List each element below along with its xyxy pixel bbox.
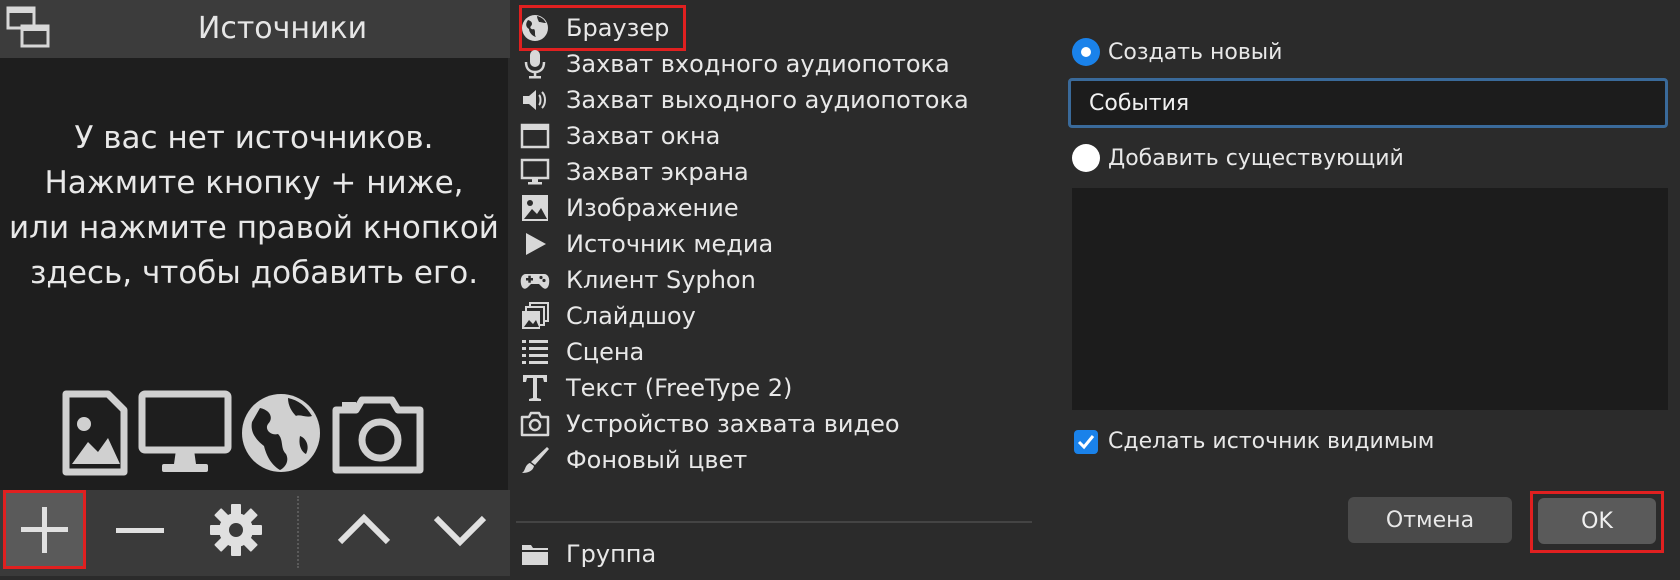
play-icon (526, 233, 546, 255)
chevron-up-icon (337, 513, 391, 545)
add-existing-radio[interactable] (1072, 144, 1100, 172)
toolbar-separator (297, 496, 299, 568)
globe-icon (242, 394, 320, 472)
empty-message-line: У вас нет источников. (74, 120, 434, 156)
menu-item-label: Захват выходного аудиопотока (566, 86, 969, 114)
menu-item-image[interactable]: Изображение (516, 189, 1036, 227)
menu-item-screen-capture[interactable]: Захват экрана (516, 153, 1036, 191)
ok-button[interactable]: OK (1538, 498, 1656, 544)
empty-message-line: или нажмите правой кнопкой (9, 210, 499, 246)
menu-item-syphon-client[interactable]: Клиент Syphon (516, 261, 1036, 299)
sources-toolbar (0, 490, 510, 576)
menu-item-browser[interactable]: Браузер (516, 9, 1036, 47)
chevron-down-icon (433, 515, 487, 547)
window-icon (520, 123, 550, 149)
menu-item-label: Браузер (566, 14, 670, 42)
menu-item-label: Захват входного аудиопотока (566, 50, 950, 78)
empty-message-line: Нажмите кнопку + ниже, (44, 165, 464, 201)
sources-panel: Источники У вас нет источников. Нажмите … (0, 0, 510, 576)
menu-item-media-source[interactable]: Источник медиа (516, 225, 1036, 263)
add-existing-label[interactable]: Добавить существующий (1108, 144, 1404, 174)
image-icon (62, 390, 128, 476)
menu-item-label: Изображение (566, 194, 739, 222)
menu-item-label: Захват окна (566, 122, 721, 150)
source-type-icons (62, 390, 462, 476)
menu-separator (516, 521, 1032, 523)
speaker-icon (523, 90, 546, 110)
gear-icon (210, 504, 262, 556)
image-icon (522, 195, 548, 221)
camera-icon (332, 396, 424, 474)
menu-item-color-source[interactable]: Фоновый цвет (516, 441, 1036, 479)
menu-item-label: Группа (566, 540, 657, 568)
menu-item-label: Слайдшоу (566, 302, 696, 330)
make-visible-checkbox[interactable] (1074, 430, 1098, 454)
brush-icon (522, 447, 549, 473)
menu-item-window-capture[interactable]: Захват окна (516, 117, 1036, 155)
slideshow-icon (522, 302, 549, 329)
checkmark-icon (1077, 435, 1095, 450)
cancel-button[interactable]: Отмена (1348, 497, 1512, 543)
menu-item-label: Источник медиа (566, 230, 774, 258)
menu-item-label: Устройство захвата видео (566, 410, 900, 438)
menu-item-audio-input-capture[interactable]: Захват входного аудиопотока (516, 45, 1036, 83)
menu-item-video-capture-device[interactable]: Устройство захвата видео (516, 405, 1036, 443)
source-type-menu: Браузер Захват входного аудиопотока Захв… (516, 0, 1036, 576)
empty-sources-message: У вас нет источников. Нажмите кнопку + н… (0, 116, 508, 296)
menu-item-label: Сцена (566, 338, 645, 366)
menu-item-label: Фоновый цвет (566, 446, 748, 474)
source-properties-button[interactable] (196, 490, 276, 576)
list-icon (522, 340, 548, 364)
text-icon (523, 375, 547, 401)
menu-item-slideshow[interactable]: Слайдшоу (516, 297, 1036, 335)
remove-source-button[interactable] (100, 490, 180, 576)
empty-message-line: здесь, чтобы добавить его. (29, 255, 479, 291)
create-source-dialog: Создать новый Добавить существующий Сдел… (1036, 0, 1680, 576)
camera-icon (520, 411, 550, 437)
monitor-icon (138, 390, 232, 472)
menu-item-label: Клиент Syphon (566, 266, 756, 294)
gamepad-icon (520, 274, 550, 289)
source-name-input[interactable] (1068, 78, 1668, 128)
create-new-label[interactable]: Создать новый (1108, 38, 1282, 68)
minus-icon (116, 528, 164, 533)
sources-title: Источники (197, 11, 368, 46)
make-visible-label[interactable]: Сделать источник видимым (1108, 428, 1434, 456)
monitor-icon (520, 158, 550, 185)
menu-item-group[interactable]: Группа (516, 535, 1036, 573)
menu-item-label: Захват экрана (566, 158, 749, 186)
menu-item-scene[interactable]: Сцена (516, 333, 1036, 371)
existing-sources-list[interactable] (1072, 188, 1668, 410)
plus-icon (21, 507, 68, 553)
menu-item-audio-output-capture[interactable]: Захват выходного аудиопотока (516, 81, 1036, 119)
move-source-down-button[interactable] (420, 490, 500, 576)
menu-item-text-freetype[interactable]: Текст (FreeType 2) (516, 369, 1036, 407)
menu-item-label: Текст (FreeType 2) (566, 374, 793, 402)
globe-icon (522, 15, 548, 41)
create-new-radio[interactable] (1072, 38, 1100, 66)
move-source-up-button[interactable] (324, 490, 404, 576)
sources-list[interactable]: У вас нет источников. Нажмите кнопку + н… (0, 58, 508, 490)
microphone-icon (524, 50, 546, 79)
sources-header: Источники (0, 0, 510, 58)
folder-icon (522, 545, 548, 565)
add-source-button[interactable] (3, 490, 86, 569)
